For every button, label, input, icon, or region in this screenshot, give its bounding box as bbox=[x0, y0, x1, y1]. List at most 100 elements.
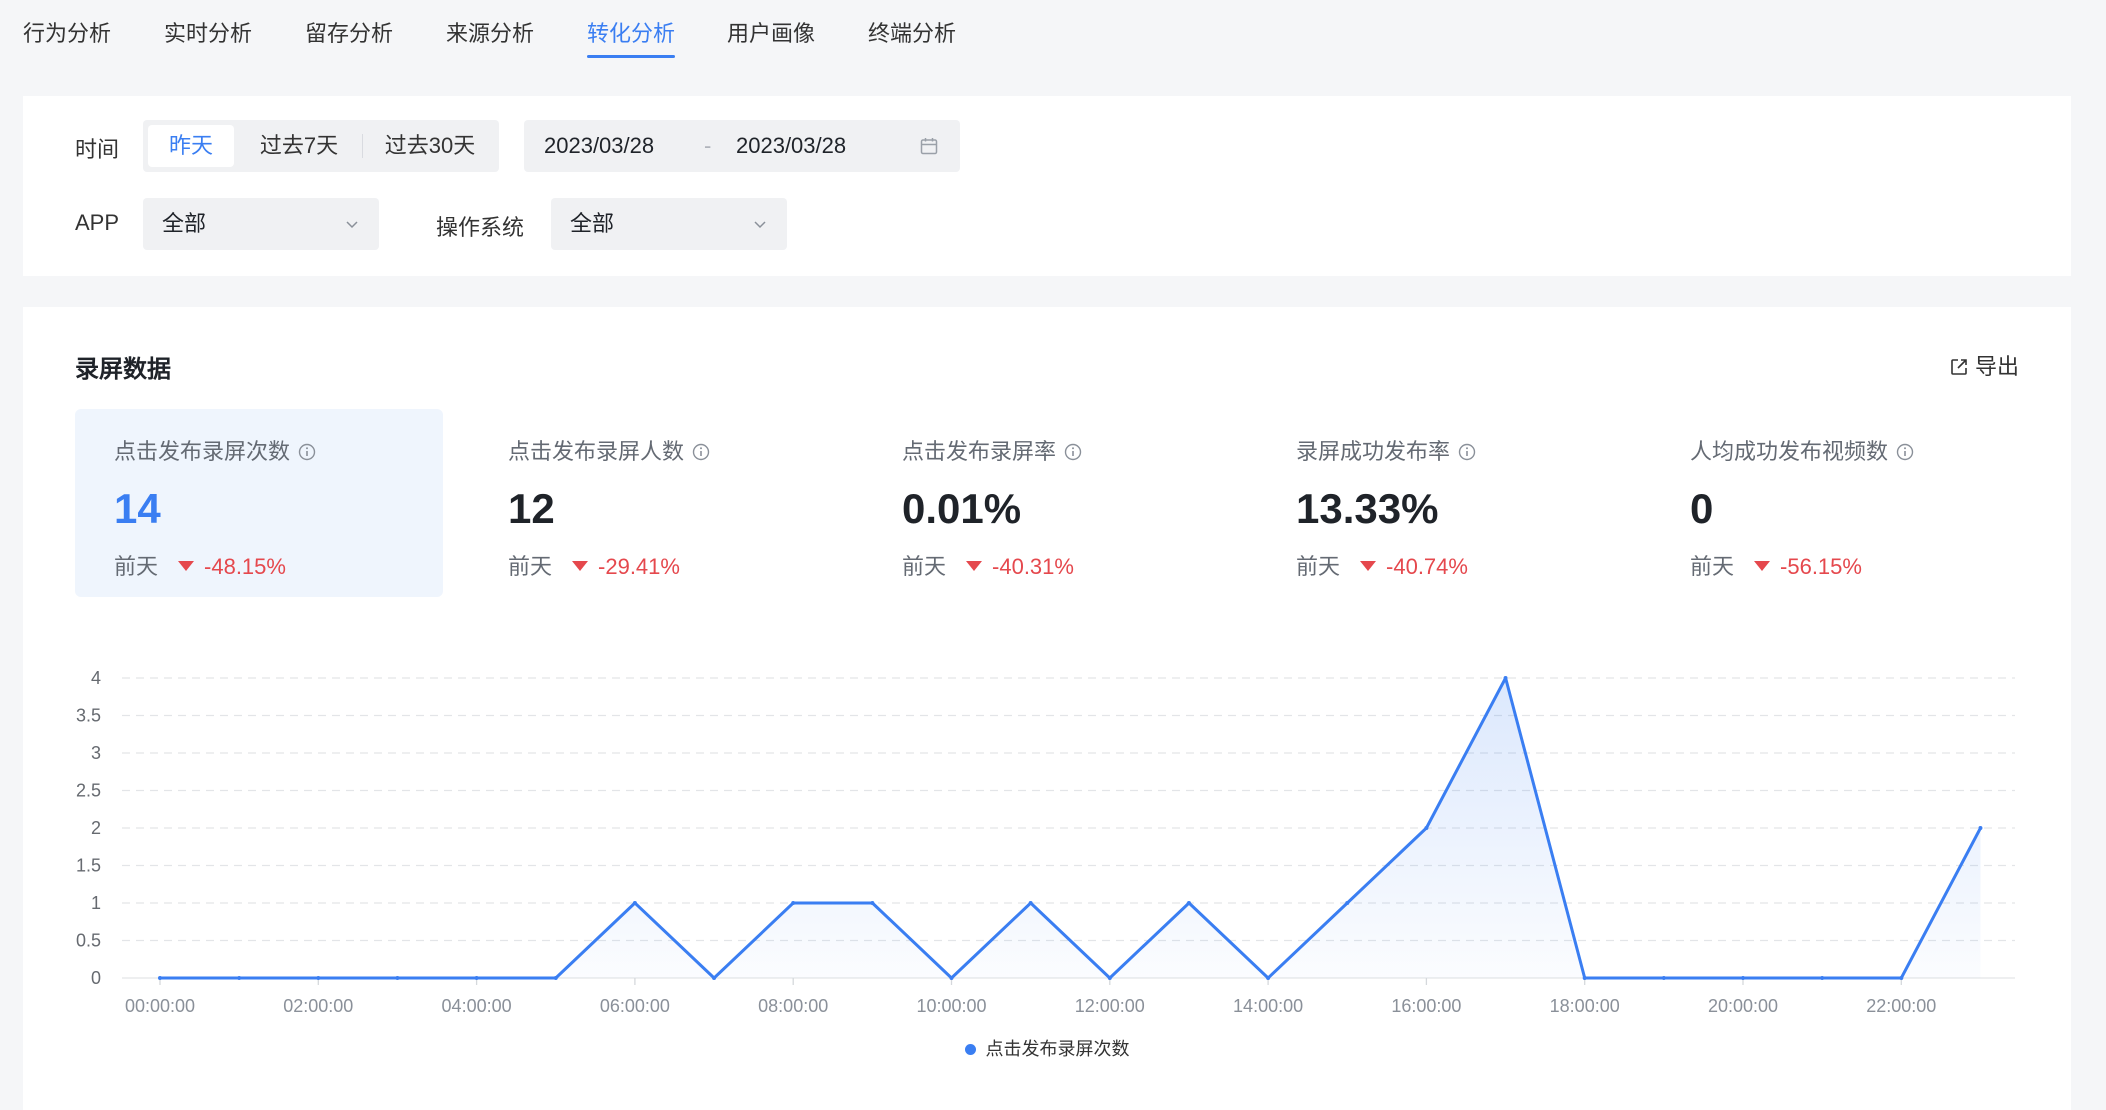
change-percent: -56.15% bbox=[1780, 554, 1862, 579]
data-point bbox=[1266, 976, 1271, 980]
tab-user-profile[interactable]: 用户画像 bbox=[727, 18, 815, 58]
calendar-icon bbox=[920, 138, 938, 155]
x-tick-label: 20:00:00 bbox=[1708, 996, 1778, 1016]
data-point bbox=[791, 901, 796, 905]
external-link-icon bbox=[1951, 359, 1967, 375]
metric-value: 14 bbox=[114, 485, 161, 532]
info-icon[interactable] bbox=[1064, 443, 1082, 461]
compare-label: 前天 bbox=[1690, 554, 1735, 579]
info-icon[interactable] bbox=[692, 443, 710, 461]
date-range-picker[interactable]: 2023/03/28 - 2023/03/28 bbox=[524, 120, 960, 172]
y-tick-label: 0 bbox=[91, 968, 101, 988]
data-point bbox=[395, 976, 400, 980]
data-point bbox=[1107, 976, 1112, 980]
os-label: 操作系统 bbox=[436, 215, 525, 240]
data-point bbox=[1978, 826, 1983, 830]
time-option-yesterday[interactable]: 昨天 bbox=[148, 125, 234, 167]
metric-label: 人均成功发布视频数 bbox=[1690, 439, 1889, 464]
x-tick-label: 14:00:00 bbox=[1233, 996, 1303, 1016]
data-point bbox=[237, 976, 242, 980]
metric-label: 录屏成功发布率 bbox=[1296, 439, 1451, 464]
app-select[interactable]: 全部 bbox=[143, 198, 379, 250]
data-point bbox=[1028, 901, 1033, 905]
y-tick-label: 1.5 bbox=[76, 856, 101, 876]
x-tick-label: 02:00:00 bbox=[283, 996, 353, 1016]
change-percent: -29.41% bbox=[598, 554, 680, 579]
tab-conversion[interactable]: 转化分析 bbox=[587, 18, 676, 58]
metric-label: 点击发布录屏人数 bbox=[508, 439, 685, 464]
x-tick-label: 22:00:00 bbox=[1866, 996, 1936, 1016]
data-point bbox=[1424, 826, 1429, 830]
metric-card-click-rate[interactable]: 点击发布录屏率 0.01% 前天 -40.31% bbox=[863, 409, 1231, 597]
data-point bbox=[474, 976, 479, 980]
y-tick-label: 3 bbox=[91, 743, 101, 763]
data-point bbox=[1820, 976, 1825, 980]
info-icon[interactable] bbox=[1458, 443, 1476, 461]
os-select-value: 全部 bbox=[570, 211, 615, 236]
data-point bbox=[158, 976, 162, 980]
segment-divider bbox=[362, 134, 363, 158]
os-select[interactable]: 全部 bbox=[551, 198, 787, 250]
info-icon[interactable] bbox=[1896, 443, 1914, 461]
tab-realtime[interactable]: 实时分析 bbox=[164, 18, 252, 58]
tab-behavior[interactable]: 行为分析 bbox=[23, 18, 111, 58]
metric-card-users[interactable]: 点击发布录屏人数 12 前天 -29.41% bbox=[469, 409, 837, 597]
x-tick-label: 04:00:00 bbox=[442, 996, 512, 1016]
y-tick-label: 2 bbox=[91, 818, 101, 838]
time-option-30days[interactable]: 过去30天 bbox=[367, 125, 493, 167]
y-tick-label: 3.5 bbox=[76, 706, 101, 726]
recording-data-panel: 录屏数据 导出 点击发布录屏次数 14 前天 -48.15% 点击发布录屏人数 1… bbox=[23, 307, 2071, 1110]
data-point bbox=[949, 976, 954, 980]
chevron-down-icon bbox=[346, 221, 358, 229]
data-point bbox=[712, 976, 717, 980]
data-point bbox=[1345, 901, 1350, 905]
filter-panel: 时间 昨天 过去7天 过去30天 2023/03/28 - 2023/03/28… bbox=[23, 96, 2071, 276]
date-end[interactable]: 2023/03/28 bbox=[736, 120, 846, 172]
info-icon[interactable] bbox=[298, 443, 316, 461]
data-point bbox=[1186, 901, 1191, 905]
down-triangle-icon bbox=[178, 561, 195, 571]
date-start[interactable]: 2023/03/28 bbox=[544, 120, 654, 172]
compare-label: 前天 bbox=[508, 554, 553, 579]
y-tick-label: 0.5 bbox=[76, 931, 101, 951]
change-percent: -40.74% bbox=[1386, 554, 1468, 579]
metric-label: 点击发布录屏次数 bbox=[114, 439, 291, 464]
analysis-tabs: 行为分析 实时分析 留存分析 来源分析 转化分析 用户画像 终端分析 bbox=[0, 0, 2106, 70]
metric-value: 12 bbox=[508, 485, 555, 532]
data-point bbox=[553, 976, 558, 980]
data-point bbox=[632, 901, 637, 905]
x-tick-label: 16:00:00 bbox=[1391, 996, 1461, 1016]
data-point bbox=[1899, 976, 1904, 980]
down-triangle-icon bbox=[572, 561, 589, 571]
panel-title: 录屏数据 bbox=[75, 356, 171, 383]
y-tick-label: 1 bbox=[91, 893, 101, 913]
legend-label: 点击发布录屏次数 bbox=[985, 1039, 1130, 1059]
app-select-value: 全部 bbox=[162, 211, 207, 236]
data-point bbox=[1741, 976, 1745, 980]
metric-card-success-rate[interactable]: 录屏成功发布率 13.33% 前天 -40.74% bbox=[1257, 409, 1625, 597]
metric-label: 点击发布录屏率 bbox=[902, 439, 1057, 464]
metric-card-avg-videos[interactable]: 人均成功发布视频数 0 前天 -56.15% bbox=[1651, 409, 2019, 597]
x-tick-label: 18:00:00 bbox=[1550, 996, 1620, 1016]
metric-value: 13.33% bbox=[1296, 485, 1439, 532]
metric-value: 0.01% bbox=[902, 485, 1022, 532]
compare-label: 前天 bbox=[902, 554, 947, 579]
x-tick-label: 12:00:00 bbox=[1075, 996, 1145, 1016]
down-triangle-icon bbox=[1360, 561, 1377, 571]
chart-legend: 点击发布录屏次数 bbox=[23, 1035, 2071, 1061]
x-tick-label: 10:00:00 bbox=[916, 996, 986, 1016]
y-tick-label: 2.5 bbox=[76, 781, 101, 801]
data-point bbox=[870, 901, 875, 905]
app-label: APP bbox=[75, 210, 120, 235]
tab-terminal[interactable]: 终端分析 bbox=[868, 18, 956, 58]
chevron-down-icon bbox=[754, 221, 766, 229]
data-point bbox=[1582, 976, 1587, 980]
tab-source[interactable]: 来源分析 bbox=[446, 18, 534, 58]
x-tick-label: 06:00:00 bbox=[600, 996, 670, 1016]
metric-card-clicks[interactable]: 点击发布录屏次数 14 前天 -48.15% bbox=[75, 409, 443, 597]
data-point bbox=[1503, 676, 1508, 680]
time-option-7days[interactable]: 过去7天 bbox=[240, 125, 358, 167]
time-label: 时间 bbox=[75, 137, 120, 162]
export-button[interactable]: 导出 bbox=[1949, 349, 2019, 381]
tab-retention[interactable]: 留存分析 bbox=[305, 18, 393, 58]
